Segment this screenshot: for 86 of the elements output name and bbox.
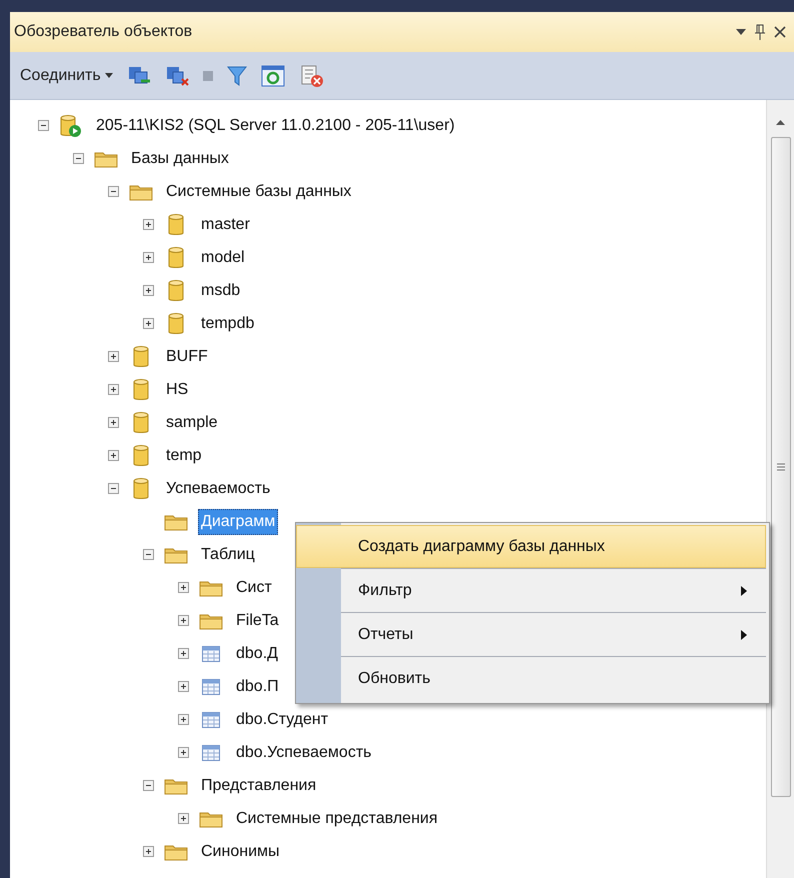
table-icon — [202, 646, 220, 662]
collapse-icon[interactable] — [108, 483, 119, 494]
expand-icon[interactable] — [178, 813, 189, 824]
folder-icon — [199, 810, 223, 828]
caret-icon — [104, 73, 113, 78]
database-server-icon — [60, 114, 82, 138]
folder-icon — [199, 612, 223, 630]
expand-icon[interactable] — [143, 318, 154, 329]
tree-item[interactable]: Представления — [198, 772, 320, 798]
tree-item[interactable]: FileTa — [233, 608, 282, 634]
expand-icon[interactable] — [143, 252, 154, 263]
database-icon — [133, 344, 149, 368]
database-icon — [133, 378, 149, 402]
tree-item[interactable]: Синонимы — [198, 838, 282, 864]
tree-item[interactable]: dbo.Успеваемость — [233, 740, 374, 766]
expand-icon[interactable] — [108, 384, 119, 395]
folder-icon — [164, 512, 188, 530]
folder-icon — [94, 150, 118, 168]
close-icon[interactable] — [774, 26, 786, 38]
collapse-icon[interactable] — [143, 549, 154, 560]
disconnect-server-icon[interactable] — [164, 64, 189, 86]
expand-icon[interactable] — [178, 714, 189, 725]
tree-item[interactable]: msdb — [198, 278, 244, 304]
refresh-icon[interactable] — [260, 64, 285, 86]
database-icon — [133, 444, 149, 468]
expand-icon[interactable] — [108, 351, 119, 362]
expand-icon[interactable] — [178, 681, 189, 692]
tree-item[interactable]: BUFF — [163, 344, 211, 370]
tree-item[interactable]: dbo.Д — [233, 640, 281, 666]
table-icon — [202, 744, 220, 760]
tree-item[interactable]: HS — [163, 376, 192, 402]
menu-item[interactable]: Отчеты — [341, 613, 766, 656]
database-icon — [133, 476, 149, 500]
grip-icon — [776, 463, 784, 471]
folder-icon — [164, 842, 188, 860]
database-icon — [168, 212, 184, 236]
expand-icon[interactable] — [178, 747, 189, 758]
expand-icon[interactable] — [108, 450, 119, 461]
expand-icon[interactable] — [108, 417, 119, 428]
connect-button[interactable]: Соединить — [20, 64, 113, 88]
tree-item[interactable]: Таблиц — [198, 542, 258, 568]
tree-item[interactable]: Системные представления — [233, 806, 441, 832]
dropdown-icon[interactable] — [736, 29, 746, 35]
expand-icon[interactable] — [178, 648, 189, 659]
expand-icon[interactable] — [178, 582, 189, 593]
database-icon — [133, 410, 149, 434]
expand-icon[interactable] — [143, 846, 154, 857]
scrollbar[interactable] — [766, 100, 794, 878]
tree-item[interactable]: model — [198, 244, 248, 270]
expand-icon[interactable] — [143, 285, 154, 296]
filter-icon[interactable] — [226, 64, 247, 86]
menu-item[interactable]: Обновить — [341, 657, 766, 700]
collapse-icon[interactable] — [38, 120, 49, 131]
tree-item[interactable]: tempdb — [198, 310, 258, 336]
scrollbar-thumb[interactable] — [770, 137, 790, 797]
folder-icon — [129, 182, 153, 200]
tree-item[interactable]: dbo.П — [233, 674, 282, 700]
tree-item[interactable]: sample — [163, 410, 221, 436]
tree-item[interactable]: master — [198, 212, 253, 238]
table-icon — [202, 678, 220, 694]
table-icon — [202, 712, 220, 728]
folder-icon — [199, 578, 223, 596]
database-icon — [168, 246, 184, 270]
database-icon — [168, 312, 184, 336]
panel-title: Обозреватель объектов — [14, 22, 192, 42]
tree-item[interactable]: temp — [163, 442, 205, 468]
folder-icon — [164, 776, 188, 794]
tree-item[interactable]: Успеваемость — [163, 476, 274, 502]
database-icon — [168, 278, 184, 302]
menu-item[interactable]: Создать диаграмму базы данных — [296, 525, 766, 568]
folder-icon — [164, 546, 188, 564]
expand-icon[interactable] — [143, 219, 154, 230]
tree-item[interactable]: 205-11\KIS2 (SQL Server 11.0.2100 - 205-11\user) — [93, 112, 458, 138]
script-delete-icon[interactable] — [298, 64, 325, 88]
pin-icon[interactable] — [754, 24, 766, 40]
collapse-icon[interactable] — [73, 153, 84, 164]
tree-item[interactable]: Сист — [233, 574, 275, 600]
collapse-icon[interactable] — [108, 186, 119, 197]
tree-item[interactable]: Базы данных — [128, 146, 232, 172]
connect-server-icon[interactable] — [126, 64, 151, 86]
collapse-icon[interactable] — [143, 780, 154, 791]
scroll-up-icon[interactable] — [776, 120, 785, 125]
expand-icon[interactable] — [178, 615, 189, 626]
tree-item[interactable]: dbo.Студент — [233, 706, 332, 732]
menu-item[interactable]: Фильтр — [341, 569, 766, 612]
tree-item[interactable]: Системные базы данных — [163, 178, 354, 204]
